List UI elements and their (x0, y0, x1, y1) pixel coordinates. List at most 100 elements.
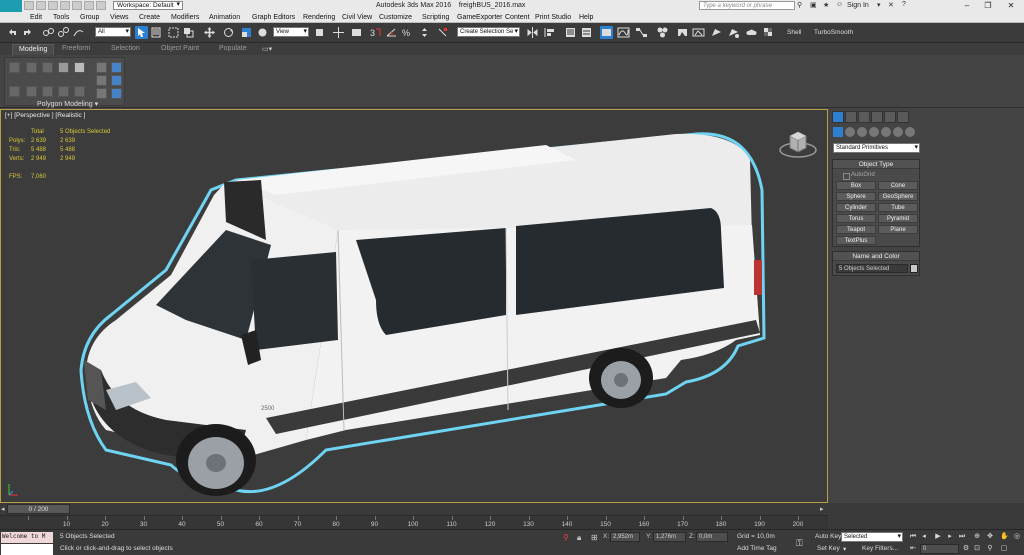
tab-object-paint[interactable]: Object Paint (161, 45, 199, 52)
keyboard-shortcut-icon[interactable] (350, 26, 363, 39)
perspective-viewport[interactable]: [+] [Perspective ] [Realistic ] Total 5 O… (0, 109, 828, 503)
communication-icon[interactable]: ★ (823, 1, 829, 9)
scale-icon[interactable] (240, 26, 253, 39)
pyramid-button[interactable]: Pyramid (878, 214, 918, 223)
edit-vertex-icon[interactable] (26, 62, 37, 73)
rotate-icon[interactable] (222, 26, 235, 39)
select-by-name-icon[interactable] (150, 26, 163, 39)
box-button[interactable]: Box (836, 181, 876, 190)
object-name-field[interactable]: 5 Objects Selected (836, 264, 908, 273)
open-file-icon[interactable] (36, 1, 46, 10)
isolate-selection-icon[interactable]: ⚲ (563, 533, 571, 542)
menu-tools[interactable]: Tools (53, 14, 69, 21)
tube-button[interactable]: Tube (878, 203, 918, 212)
move-icon[interactable] (203, 26, 216, 39)
selection-filter-dropdown[interactable]: All (95, 27, 131, 37)
menu-scripting[interactable]: Scripting (422, 14, 449, 21)
unlink-icon[interactable] (57, 26, 70, 39)
subscription-icon[interactable]: ▣ (810, 1, 817, 9)
pin-stack-icon[interactable] (111, 88, 122, 99)
y-coord-field[interactable]: 1,276m (653, 532, 686, 542)
helpers-icon[interactable] (881, 127, 891, 137)
reference-coordinate-dropdown[interactable]: View (273, 27, 309, 37)
redo-icon[interactable] (21, 26, 34, 39)
name-and-color-title[interactable]: Name and Color (833, 252, 919, 261)
utilities-tab-icon[interactable] (897, 111, 909, 123)
edit-named-selection-icon[interactable] (436, 26, 449, 39)
go-to-end-icon[interactable]: ⏭ (958, 533, 966, 541)
next-modifier-icon[interactable] (26, 86, 37, 97)
current-frame-field[interactable]: 0 (920, 544, 959, 554)
orbit-icon[interactable]: ◎ (1013, 533, 1021, 541)
add-time-tag-button[interactable]: Add Time Tag (737, 545, 777, 552)
ignore-backfacing-icon[interactable] (111, 62, 122, 73)
previous-modifier-icon[interactable] (9, 86, 20, 97)
tab-modeling[interactable]: Modeling (12, 44, 55, 55)
link-icon[interactable] (42, 26, 55, 39)
hierarchy-tab-icon[interactable] (858, 111, 870, 123)
project-folder-icon[interactable] (84, 1, 94, 10)
select-object-icon[interactable] (135, 26, 148, 39)
edit-polygon-icon[interactable] (74, 62, 85, 73)
key-mode-toggle-icon[interactable]: ⇤ (909, 545, 917, 553)
symmetry-tools-icon[interactable] (74, 86, 85, 97)
render-production-icon[interactable] (710, 26, 723, 39)
menu-modifiers[interactable]: Modifiers (171, 14, 199, 21)
display-tab-icon[interactable] (884, 111, 896, 123)
close-button[interactable]: ✕ (1000, 0, 1022, 12)
tab-selection[interactable]: Selection (111, 45, 140, 52)
menu-create[interactable]: Create (139, 14, 160, 21)
toggle-ribbon-icon[interactable] (600, 26, 613, 39)
z-coord-field[interactable]: 0,0m (696, 532, 728, 542)
menu-graph-editors[interactable]: Graph Editors (252, 14, 295, 21)
key-filter-icon[interactable]: ▾ (843, 545, 846, 553)
menu-group[interactable]: Group (80, 14, 99, 21)
percent-snap-icon[interactable]: % (401, 26, 414, 39)
curve-editor-icon[interactable] (617, 26, 630, 39)
turbosmooth-modifier-button[interactable]: TurboSmooth (814, 29, 853, 36)
plane-button[interactable]: Plane (878, 225, 918, 234)
key-filters-button[interactable]: Key Filters... (862, 545, 898, 552)
placement-icon[interactable] (256, 26, 269, 39)
menu-edit[interactable]: Edit (30, 14, 42, 21)
autogrid-checkbox[interactable]: AutoGrid (843, 172, 875, 180)
walkthrough-icon[interactable]: ⚲ (986, 545, 994, 553)
object-color-swatch[interactable] (910, 264, 918, 273)
torus-button[interactable]: Torus (836, 214, 876, 223)
modify-mode-icon[interactable] (9, 62, 20, 73)
save-file-icon[interactable] (48, 1, 58, 10)
object-type-title[interactable]: Object Type (833, 160, 919, 169)
undo-icon[interactable] (60, 1, 70, 10)
schematic-view-icon[interactable] (635, 26, 648, 39)
collapse-stack-icon[interactable] (42, 86, 53, 97)
window-crossing-icon[interactable] (182, 26, 195, 39)
bind-spacewarp-icon[interactable] (72, 26, 85, 39)
geosphere-button[interactable]: GeoSphere (878, 192, 918, 201)
select-manipulate-icon[interactable] (332, 26, 345, 39)
menu-views[interactable]: Views (110, 14, 129, 21)
search-input[interactable]: Type a keyword or phrase (699, 1, 795, 10)
key-icon[interactable]: ⚿ (796, 538, 804, 548)
tab-freeform[interactable]: Freeform (62, 45, 90, 52)
zoom-extents-icon[interactable]: ⊕ (973, 533, 981, 541)
edit-edge-icon[interactable] (42, 62, 53, 73)
systems-icon[interactable] (905, 127, 915, 137)
show-end-result-icon[interactable] (96, 88, 107, 99)
time-slider-handle[interactable]: 0 / 200 (7, 504, 70, 514)
ribbon-options-icon[interactable]: ▭▾ (262, 45, 272, 53)
preserve-uvs-icon[interactable] (111, 75, 122, 86)
x-coord-field[interactable]: 2,952m (610, 532, 640, 542)
lights-icon[interactable] (857, 127, 867, 137)
use-stack-selection-icon[interactable] (96, 75, 107, 86)
cameras-icon[interactable] (869, 127, 879, 137)
dropdown-icon[interactable] (96, 1, 106, 10)
menu-content[interactable]: Content (505, 14, 530, 21)
tab-populate[interactable]: Populate (219, 45, 247, 52)
undo-icon[interactable] (6, 26, 19, 39)
time-slider[interactable]: ◂ 0 / 200 ▸ (0, 503, 828, 515)
cylinder-button[interactable]: Cylinder (836, 203, 876, 212)
selection-lock-icon[interactable]: 🔒︎ (577, 533, 585, 542)
render-setup-icon[interactable] (676, 26, 689, 39)
maximize-viewport-icon[interactable]: ▢ (1000, 545, 1008, 553)
help-icon[interactable]: ? (902, 1, 906, 8)
